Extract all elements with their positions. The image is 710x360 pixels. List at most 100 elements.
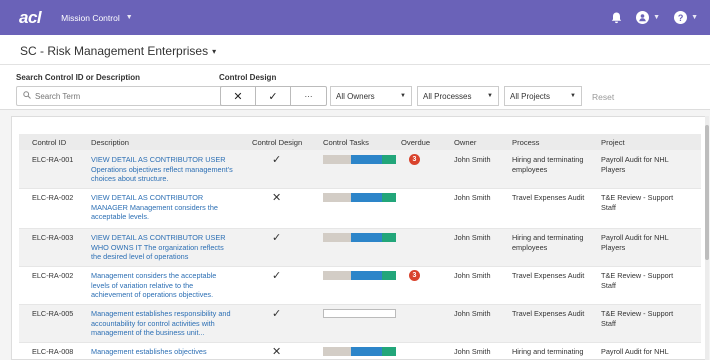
reset-button[interactable]: Reset bbox=[592, 92, 614, 102]
description-link[interactable]: Management establishes responsibility an… bbox=[91, 309, 231, 319]
project-cell: Staff bbox=[601, 280, 616, 290]
check-icon: ✓ bbox=[272, 308, 282, 320]
nav-right-icons: ▼ ? ▼ bbox=[611, 0, 698, 35]
task-segment bbox=[323, 347, 351, 356]
owner-cell: John Smith bbox=[454, 347, 491, 356]
control-id-cell: ELC-RA-002 bbox=[32, 271, 74, 280]
design-pass-button[interactable]: ✓ bbox=[256, 87, 291, 105]
control-id-cell: ELC-RA-005 bbox=[32, 309, 74, 318]
cross-icon: ✕ bbox=[272, 346, 282, 358]
task-segment bbox=[323, 233, 351, 242]
description-link[interactable]: WHO OWNS IT The organization reflects bbox=[91, 243, 224, 253]
processes-value: All Processes bbox=[423, 91, 472, 101]
process-cell: employees bbox=[512, 164, 548, 174]
caret-down-icon: ▼ bbox=[487, 93, 493, 99]
description-link[interactable]: acceptable levels. bbox=[91, 212, 149, 222]
control-tasks-bar[interactable] bbox=[323, 233, 396, 242]
control-id-cell: ELC-RA-008 bbox=[32, 347, 74, 356]
description-link[interactable]: VIEW DETAIL AS CONTRIBUTOR bbox=[91, 193, 203, 203]
description-link[interactable]: achievement of operations objectives. bbox=[91, 290, 213, 300]
description-link[interactable]: choices about structure. bbox=[91, 174, 168, 184]
owner-cell: John Smith bbox=[454, 155, 491, 164]
project-cell: T&E Review - Support bbox=[601, 309, 674, 318]
col-description[interactable]: Description bbox=[91, 138, 129, 147]
help-menu[interactable]: ? ▼ bbox=[674, 11, 698, 24]
search-field[interactable] bbox=[16, 86, 224, 106]
search-label: Search Control ID or Description bbox=[16, 73, 141, 82]
process-cell: Hiring and terminating bbox=[512, 233, 584, 242]
process-cell: Hiring and terminating bbox=[512, 155, 584, 164]
processes-dropdown[interactable]: All Processes ▼ bbox=[417, 86, 499, 106]
project-cell: T&E Review - Support bbox=[601, 271, 674, 280]
task-segment bbox=[350, 347, 383, 356]
owner-cell: John Smith bbox=[454, 233, 491, 242]
project-cell: Payroll Audit for NHL bbox=[601, 233, 669, 242]
control-design-label: Control Design bbox=[219, 73, 277, 82]
control-tasks-bar[interactable] bbox=[323, 193, 396, 202]
col-control-id[interactable]: Control ID bbox=[32, 138, 66, 147]
col-control-tasks[interactable]: Control Tasks bbox=[323, 138, 369, 147]
search-icon bbox=[23, 91, 31, 101]
col-overdue[interactable]: Overdue bbox=[401, 138, 430, 147]
description-link[interactable]: VIEW DETAIL AS CONTRIBUTOR USER bbox=[91, 233, 225, 243]
owner-cell: John Smith bbox=[454, 309, 491, 318]
description-link[interactable]: accountability for control activities wi… bbox=[91, 319, 215, 329]
description-link[interactable]: Management establishes objectives bbox=[91, 347, 207, 357]
acl-logo[interactable]: acl bbox=[19, 8, 42, 28]
project-cell: T&E Review - Support bbox=[601, 193, 674, 202]
projects-value: All Projects bbox=[510, 91, 551, 101]
description-link[interactable]: MANAGER Management considers the bbox=[91, 203, 218, 213]
overdue-badge[interactable]: 3 bbox=[409, 270, 420, 281]
design-untested-button[interactable]: ··· bbox=[291, 87, 326, 105]
bell-icon[interactable] bbox=[611, 12, 622, 24]
control-tasks-bar[interactable] bbox=[323, 271, 396, 280]
owners-dropdown[interactable]: All Owners ▼ bbox=[330, 86, 412, 106]
user-menu[interactable]: ▼ bbox=[636, 11, 660, 24]
app-menu-dropdown[interactable]: Mission Control ▼ bbox=[61, 13, 133, 23]
description-link[interactable]: levels of variation relative to the bbox=[91, 281, 193, 291]
process-cell: Travel Expenses Audit bbox=[512, 193, 585, 202]
control-id-cell: ELC-RA-002 bbox=[32, 193, 74, 202]
control-id-cell: ELC-RA-001 bbox=[32, 155, 74, 164]
search-input[interactable] bbox=[35, 91, 215, 101]
page-title: SC - Risk Management Enterprises bbox=[20, 44, 209, 58]
check-icon: ✓ bbox=[272, 232, 282, 244]
task-segment bbox=[350, 271, 383, 280]
col-project[interactable]: Project bbox=[601, 138, 625, 147]
projects-dropdown[interactable]: All Projects ▼ bbox=[504, 86, 582, 106]
project-cell: Players bbox=[601, 242, 626, 252]
control-tasks-bar[interactable] bbox=[323, 309, 396, 318]
row-divider bbox=[19, 188, 701, 189]
col-process[interactable]: Process bbox=[512, 138, 539, 147]
control-design-toggle: ✕ ✓ ··· bbox=[220, 86, 327, 106]
description-link[interactable]: the desired level of operations bbox=[91, 252, 188, 262]
col-owner[interactable]: Owner bbox=[454, 138, 476, 147]
description-link[interactable]: Management considers the acceptable bbox=[91, 271, 216, 281]
overdue-badge[interactable]: 3 bbox=[409, 154, 420, 165]
check-icon: ✓ bbox=[272, 154, 282, 166]
chevron-down-icon: ▼ bbox=[653, 14, 661, 21]
row-divider bbox=[19, 266, 701, 267]
user-icon bbox=[636, 11, 650, 24]
top-nav-bar: acl Mission Control ▼ bbox=[0, 0, 710, 35]
col-control-design[interactable]: Control Design bbox=[252, 138, 302, 147]
scrollbar-thumb[interactable] bbox=[705, 125, 709, 260]
project-cell: Staff bbox=[601, 202, 616, 212]
row-divider bbox=[19, 228, 701, 229]
cross-icon: ✕ bbox=[272, 192, 282, 204]
check-icon: ✓ bbox=[272, 270, 282, 282]
design-fail-button[interactable]: ✕ bbox=[221, 87, 256, 105]
task-segment bbox=[382, 233, 396, 242]
caret-down-icon: ▼ bbox=[400, 93, 406, 99]
entity-selector[interactable]: SC - Risk Management Enterprises ▾ bbox=[20, 44, 216, 58]
description-link[interactable]: management of the business unit... bbox=[91, 328, 205, 338]
control-tasks-bar[interactable] bbox=[323, 347, 396, 356]
project-cell: Staff bbox=[601, 318, 616, 328]
process-cell: Travel Expenses Audit bbox=[512, 271, 585, 280]
task-segment bbox=[323, 193, 351, 202]
owner-cell: John Smith bbox=[454, 193, 491, 202]
control-tasks-bar[interactable] bbox=[323, 155, 396, 164]
description-link[interactable]: Operations objectives reflect management… bbox=[91, 165, 233, 175]
description-link[interactable]: VIEW DETAIL AS CONTRIBUTOR USER bbox=[91, 155, 225, 165]
project-cell: Players bbox=[601, 164, 626, 174]
